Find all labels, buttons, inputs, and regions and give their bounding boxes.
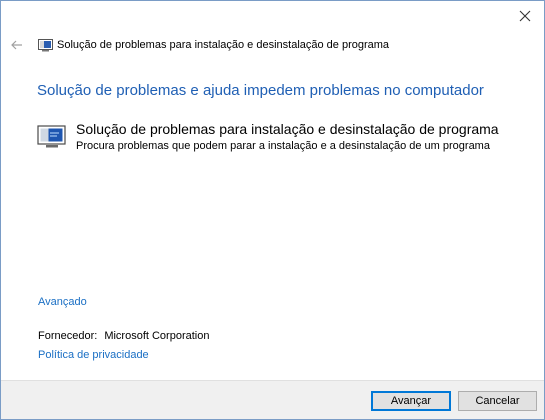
cancel-button[interactable]: Cancelar [458, 391, 537, 411]
troubleshooter-icon [37, 125, 66, 148]
footer-bar: Avançar Cancelar [1, 380, 544, 419]
close-icon [519, 10, 531, 22]
troubleshooter-icon [38, 38, 53, 51]
header-bar: Solução de problemas para instalação e d… [9, 36, 389, 54]
publisher-info: Fornecedor: Microsoft Corporation [38, 330, 209, 342]
header-title: Solução de problemas para instalação e d… [57, 39, 390, 51]
close-button[interactable] [512, 5, 538, 27]
publisher-value: Microsoft Corporation [104, 330, 210, 342]
tool-description: Procura problemas que podem parar a inst… [76, 140, 490, 152]
privacy-policy-link[interactable]: Política de privacidade [38, 349, 149, 361]
next-button[interactable]: Avançar [371, 391, 451, 411]
back-arrow-icon [11, 40, 22, 50]
tool-title[interactable]: Solução de problemas para instalação e d… [76, 121, 499, 137]
publisher-label: Fornecedor: [38, 330, 98, 342]
troubleshooter-window: Solução de problemas para instalação e d… [0, 0, 545, 420]
advanced-link[interactable]: Avançado [38, 296, 87, 308]
back-button[interactable] [9, 37, 25, 53]
page-title: Solução de problemas e ajuda impedem pro… [37, 82, 484, 99]
